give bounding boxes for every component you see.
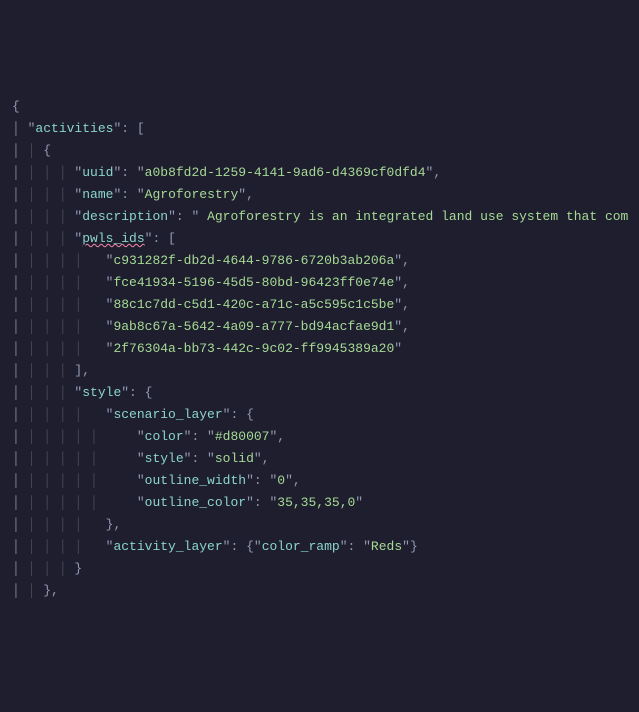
code-line: │ │ │ │ │ "fce41934-5196-45d5-80bd-96423… [12, 275, 410, 290]
json-string: 0 [277, 473, 285, 488]
json-key: outline_width [145, 473, 246, 488]
json-key: description [82, 209, 168, 224]
json-key: activity_layer [113, 539, 222, 554]
code-line: { [12, 99, 20, 114]
json-string: #d80007 [215, 429, 270, 444]
code-line: │ │ │ │ │ "2f76304a-bb73-442c-9c02-ff994… [12, 341, 402, 356]
code-line: │ "activities": [ [12, 121, 145, 136]
json-key: color_ramp [262, 539, 340, 554]
code-line: │ │ │ │ │ │ "color": "#d80007", [12, 429, 285, 444]
json-key: uuid [82, 165, 113, 180]
code-line: │ │ │ │ │ "activity_layer": {"color_ramp… [12, 539, 418, 554]
json-string: 9ab8c67a-5642-4a09-a777-bd94acfae9d1 [113, 319, 394, 334]
code-line: │ │ }, [12, 583, 59, 598]
code-line: │ │ │ │ "description": " Agroforestry is… [12, 209, 628, 224]
json-string: Reds [371, 539, 402, 554]
code-line: │ │ { [12, 143, 51, 158]
json-string: 35,35,35,0 [277, 495, 355, 510]
json-key: style [82, 385, 121, 400]
code-line: │ │ │ │ │ "c931282f-db2d-4644-9786-6720b… [12, 253, 410, 268]
json-string: Agroforestry [145, 187, 239, 202]
json-key: style [145, 451, 184, 466]
json-string: 2f76304a-bb73-442c-9c02-ff9945389a20 [113, 341, 394, 356]
code-line: │ │ │ │ "pwls_ids": [ [12, 231, 176, 246]
code-line: │ │ │ │ │ │ "style": "solid", [12, 451, 270, 466]
json-key: name [82, 187, 113, 202]
code-line: │ │ │ │ │ "9ab8c67a-5642-4a09-a777-bd94a… [12, 319, 410, 334]
code-line: │ │ │ │ │ "88c1c7dd-c5d1-420c-a71c-a5c59… [12, 297, 410, 312]
code-line: │ │ │ │ "style": { [12, 385, 152, 400]
json-string: Agroforestry is an integrated land use s… [199, 209, 628, 224]
code-line: │ │ │ │ │ "scenario_layer": { [12, 407, 254, 422]
json-code-viewer: { │ "activities": [ │ │ { │ │ │ │ "uuid"… [12, 96, 627, 602]
code-line: │ │ │ │ │ │ "outline_color": "35,35,35,0… [12, 495, 363, 510]
code-line: │ │ │ │ } [12, 561, 82, 576]
code-line: │ │ │ │ ], [12, 363, 90, 378]
json-string: a0b8fd2d-1259-4141-9ad6-d4369cf0dfd4 [145, 165, 426, 180]
code-line: │ │ │ │ "uuid": "a0b8fd2d-1259-4141-9ad6… [12, 165, 441, 180]
json-string: c931282f-db2d-4644-9786-6720b3ab206a [113, 253, 394, 268]
code-line: │ │ │ │ "name": "Agroforestry", [12, 187, 254, 202]
json-string: solid [215, 451, 254, 466]
json-key: activities [35, 121, 113, 136]
json-string: 88c1c7dd-c5d1-420c-a71c-a5c595c1c5be [113, 297, 394, 312]
json-string: fce41934-5196-45d5-80bd-96423ff0e74e [113, 275, 394, 290]
json-key: outline_color [145, 495, 246, 510]
code-line: │ │ │ │ │ │ "outline_width": "0", [12, 473, 301, 488]
code-line: │ │ │ │ │ }, [12, 517, 121, 532]
json-key-error: pwls_ids [82, 231, 144, 246]
json-key: scenario_layer [113, 407, 222, 422]
json-key: color [145, 429, 184, 444]
